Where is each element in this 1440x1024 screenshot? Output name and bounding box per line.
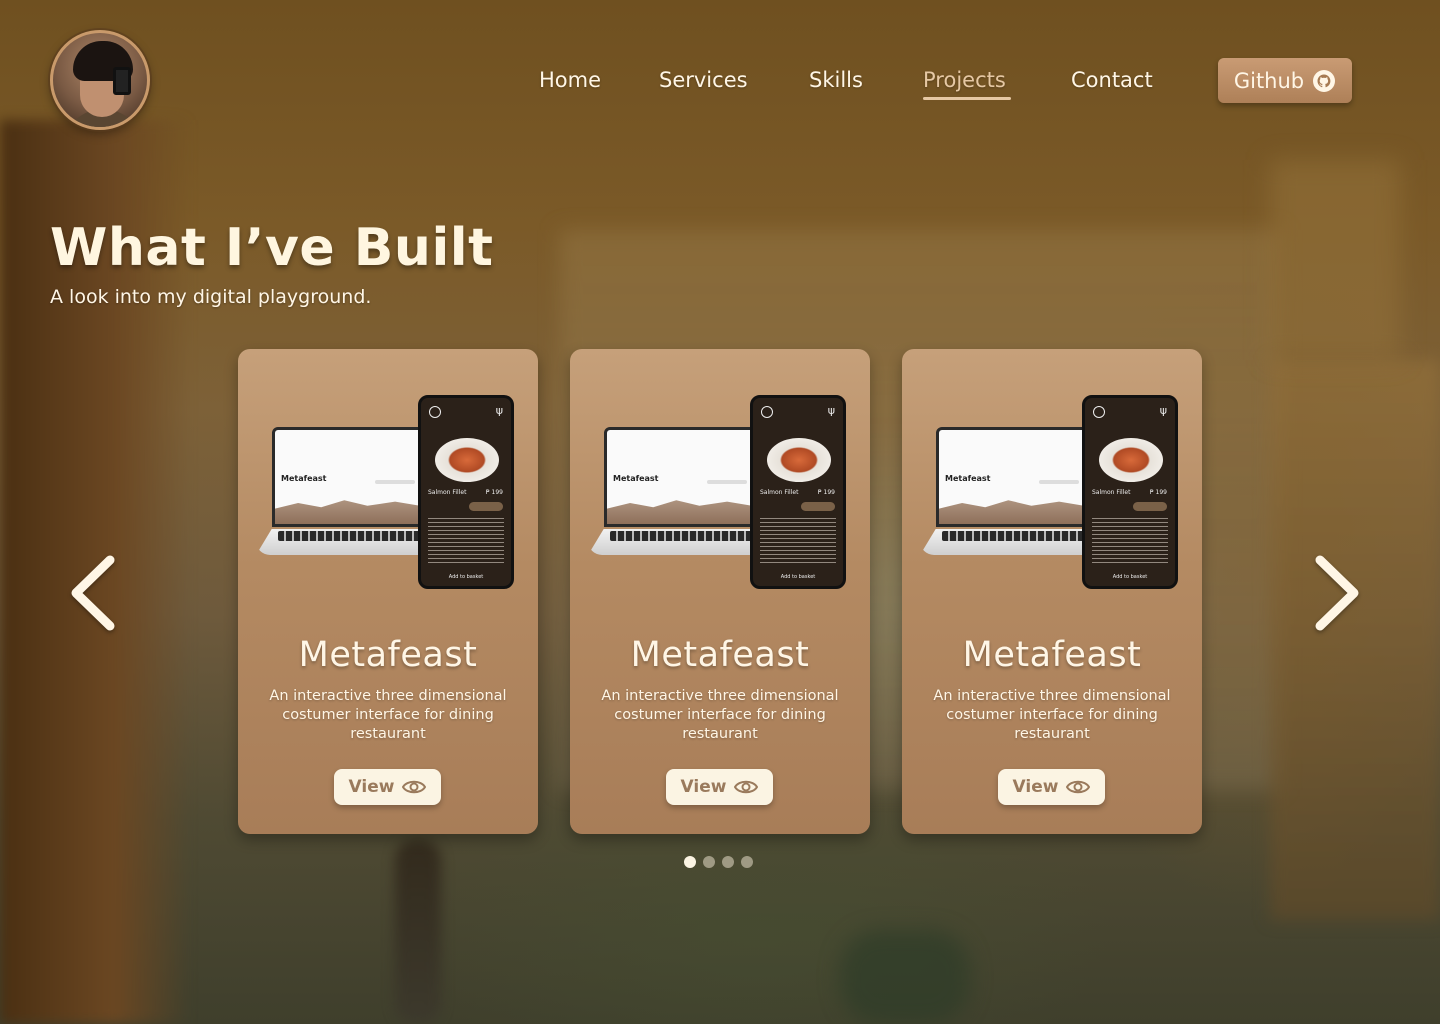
laptop-hills [275, 500, 429, 524]
laptop-title: Metafeast [613, 474, 659, 483]
phone-mockup: ψ Salmon Fillet ₱ 199 Add to basket [1082, 395, 1178, 589]
quantity-stepper [1133, 502, 1167, 511]
carousel-pagination [684, 856, 753, 868]
project-mockup-image: Metafeast ψ Salmon Fillet ₱ 199 Add to b… [588, 395, 848, 595]
back-icon [1093, 406, 1105, 418]
laptop-keyboard [278, 531, 428, 541]
dish-image [435, 438, 499, 482]
back-icon [429, 406, 441, 418]
carousel-dot[interactable] [703, 856, 715, 868]
background-shelf [1270, 360, 1440, 920]
dish-price: ₱ 199 [1149, 489, 1167, 496]
carousel-next-button[interactable] [1312, 555, 1362, 631]
nav-active-underline [923, 97, 1011, 100]
github-icon [1312, 69, 1336, 93]
dish-name: Salmon Fillet [760, 489, 799, 496]
github-button[interactable]: Github [1218, 58, 1352, 103]
nav-services[interactable]: Services [659, 68, 748, 92]
nav-contact[interactable]: Contact [1071, 68, 1153, 92]
laptop-title: Metafeast [945, 474, 991, 483]
laptop-input [1039, 480, 1079, 484]
phone-mockup: ψ Salmon Fillet ₱ 199 Add to basket [750, 395, 846, 589]
dish-price: ₱ 199 [485, 489, 503, 496]
eye-icon [402, 779, 427, 795]
dish-detail-text [760, 518, 836, 564]
dish-name: Salmon Fillet [1092, 489, 1131, 496]
page-title: What I’ve Built [50, 218, 494, 278]
dish-name: Salmon Fillet [428, 489, 467, 496]
laptop-hills [607, 500, 761, 524]
dish-price: ₱ 199 [817, 489, 835, 496]
card-description: An interactive three dimensional costume… [269, 688, 507, 742]
eye-icon [734, 779, 759, 795]
view-button[interactable]: View [666, 769, 773, 805]
project-mockup-image: Metafeast ψ Salmon Fillet ₱ 199 Add to b… [256, 395, 516, 595]
utensils-icon: ψ [495, 404, 503, 417]
avatar[interactable] [50, 30, 150, 130]
card-title: Metafeast [298, 635, 478, 675]
laptop-keyboard [610, 531, 760, 541]
card-title: Metafeast [630, 635, 810, 675]
dish-detail-text [1092, 518, 1168, 564]
view-label: View [680, 777, 727, 797]
page-subtitle: A look into my digital playground. [50, 286, 372, 308]
carousel-prev-button[interactable] [68, 555, 118, 631]
nav-home[interactable]: Home [539, 68, 601, 92]
add-to-basket-label: Add to basket [780, 574, 816, 580]
quantity-stepper [469, 502, 503, 511]
project-card: Metafeast ψ Salmon Fillet ₱ 199 Add to b… [238, 349, 538, 834]
carousel-dot[interactable] [684, 856, 696, 868]
laptop-keyboard [942, 531, 1092, 541]
nav-skills[interactable]: Skills [809, 68, 863, 92]
view-label: View [1012, 777, 1059, 797]
phone-mockup: ψ Salmon Fillet ₱ 199 Add to basket [418, 395, 514, 589]
laptop-hills [939, 500, 1093, 524]
nav-projects[interactable]: Projects [923, 68, 1006, 92]
laptop-screen: Metafeast [272, 427, 432, 527]
chevron-left-icon [71, 555, 115, 631]
add-to-basket-label: Add to basket [448, 574, 484, 580]
project-card: Metafeast ψ Salmon Fillet ₱ 199 Add to b… [902, 349, 1202, 834]
view-button[interactable]: View [998, 769, 1105, 805]
laptop-input [375, 480, 415, 484]
github-label: Github [1233, 68, 1305, 93]
laptop-title: Metafeast [281, 474, 327, 483]
utensils-icon: ψ [827, 404, 835, 417]
eye-icon [1066, 779, 1091, 795]
quantity-stepper [801, 502, 835, 511]
card-description: An interactive three dimensional costume… [601, 688, 839, 742]
view-button[interactable]: View [334, 769, 441, 805]
utensils-icon: ψ [1159, 404, 1167, 417]
laptop-screen: Metafeast [604, 427, 764, 527]
card-description: An interactive three dimensional costume… [933, 688, 1171, 742]
dish-image [767, 438, 831, 482]
avatar-phone [113, 67, 131, 95]
chevron-right-icon [1315, 555, 1359, 631]
project-mockup-image: Metafeast ψ Salmon Fillet ₱ 199 Add to b… [920, 395, 1180, 595]
back-icon [761, 406, 773, 418]
carousel-dot[interactable] [722, 856, 734, 868]
carousel-dot[interactable] [741, 856, 753, 868]
background-plant [840, 930, 970, 1024]
laptop-input [707, 480, 747, 484]
dish-image [1099, 438, 1163, 482]
project-card: Metafeast ψ Salmon Fillet ₱ 199 Add to b… [570, 349, 870, 834]
card-title: Metafeast [962, 635, 1142, 675]
dish-detail-text [428, 518, 504, 564]
add-to-basket-label: Add to basket [1112, 574, 1148, 580]
view-label: View [348, 777, 395, 797]
background-bottle [395, 840, 441, 1024]
laptop-screen: Metafeast [936, 427, 1096, 527]
background-shelf-upper [1270, 160, 1400, 360]
